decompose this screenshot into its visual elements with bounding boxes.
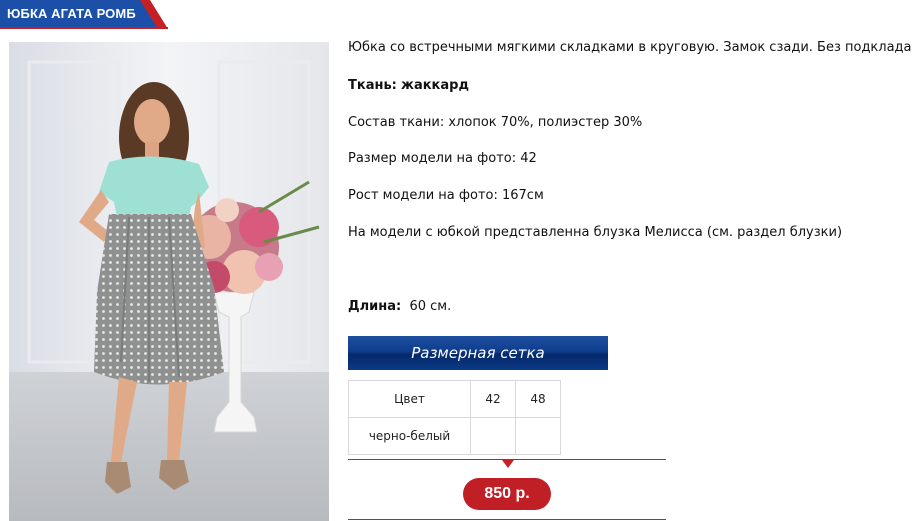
- price-badge: 850 р.: [463, 478, 551, 510]
- length-label: Длина:: [348, 299, 402, 314]
- blouse-note: На модели с юбкой представленна блузка М…: [348, 225, 843, 240]
- table-row: черно-белый: [348, 417, 561, 455]
- fabric-value: жаккард: [401, 78, 469, 93]
- price-divider-bottom: [348, 519, 666, 520]
- table-cell[interactable]: [515, 417, 561, 455]
- length-line: Длина: 60 см.: [348, 299, 451, 314]
- size-chart-button[interactable]: Размерная сетка: [348, 336, 608, 370]
- model-size: Размер модели на фото: 42: [348, 151, 537, 166]
- fabric-label: Ткань:: [348, 78, 397, 93]
- product-photo[interactable]: [9, 42, 329, 521]
- table-header-cell: 42: [470, 380, 516, 418]
- table-header-row: Цвет 42 48: [348, 380, 561, 418]
- product-title-tab: ЮБКА АГАТА РОМБ: [0, 0, 168, 29]
- length-value: 60 см.: [409, 299, 452, 314]
- product-description: Юбка со встречными мягкими складками в к…: [348, 40, 912, 55]
- table-header-cell: 48: [515, 380, 561, 418]
- model-height: Рост модели на фото: 167см: [348, 188, 544, 203]
- fabric-line: Ткань: жаккард: [348, 78, 469, 93]
- table-header-cell: Цвет: [348, 380, 471, 418]
- price-pointer-icon: [502, 460, 514, 468]
- table-cell[interactable]: [470, 417, 516, 455]
- model-photo-illustration: [9, 42, 329, 521]
- table-cell: черно-белый: [348, 417, 471, 455]
- fabric-composition: Состав ткани: хлопок 70%, полиэстер 30%: [348, 115, 643, 130]
- product-title: ЮБКА АГАТА РОМБ: [7, 6, 136, 21]
- size-table: Цвет 42 48 черно-белый: [348, 380, 561, 455]
